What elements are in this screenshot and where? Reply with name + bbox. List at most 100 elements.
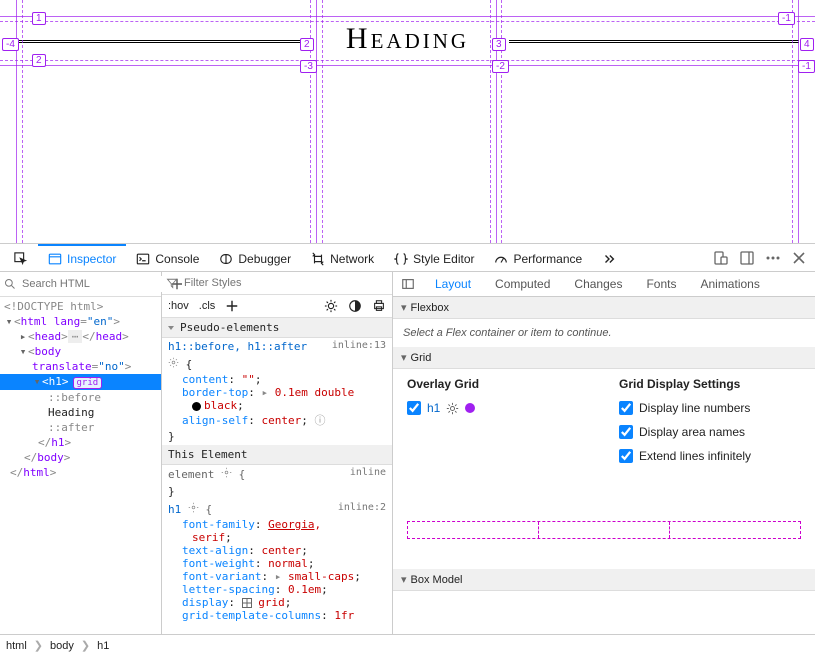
grid-line-number: -2 [492,60,509,73]
grid-line-number: 2 [300,38,314,51]
responsive-mode-button[interactable] [713,250,729,266]
layout-tab-animations[interactable]: Animations [688,272,771,296]
flexbox-accordion[interactable]: ▾Flexbox [393,297,815,319]
cls-toggle[interactable]: .cls [199,300,216,312]
add-rule-button[interactable] [225,299,239,313]
dom-node[interactable]: </body> [0,450,161,465]
info-icon[interactable]: ⓘ [314,414,325,427]
color-swatch[interactable] [192,402,201,411]
gear-icon[interactable] [221,467,232,478]
grid-line [490,0,491,243]
expand-toggle[interactable]: ▾ [4,315,14,328]
overlay-grid-item[interactable]: h1 [427,401,440,415]
dom-node[interactable]: </h1> [0,435,161,450]
css-declaration[interactable]: content: ""; [162,373,392,386]
grid-line-number: -1 [798,60,815,73]
this-element-header[interactable]: This Element [162,445,392,465]
expand-toggle[interactable]: ▾ [18,345,28,358]
layout-panel: Layout Computed Changes Fonts Animations… [393,272,815,634]
dom-pseudo[interactable]: ::after [0,420,161,435]
tab-network[interactable]: Network [301,244,384,272]
dom-node[interactable]: ▾<html lang="en"> [0,314,161,329]
tab-label: Inspector [67,252,116,266]
dom-node[interactable]: <!DOCTYPE html> [0,299,161,314]
tab-inspector[interactable]: Inspector [38,244,126,272]
css-declaration[interactable]: font-weight: normal; [162,557,392,570]
css-selector[interactable]: h1::before, h1::afterinline:13 [162,338,392,355]
css-declaration[interactable]: letter-spacing: 0.1em; [162,583,392,596]
element-picker-button[interactable] [4,244,38,272]
tab-label: Console [155,252,199,266]
box-model-accordion[interactable]: ▾Box Model [393,569,815,591]
css-declaration[interactable]: text-align: center; [162,544,392,557]
dom-node[interactable]: ▸<head>⋯</head> [0,329,161,344]
dom-node[interactable]: </html> [0,465,161,480]
layout-tab-computed[interactable]: Computed [483,272,562,296]
page-viewport: Heading 1 2 2 -3 3 -2 -1 4 -1 -4 [0,0,815,244]
dom-node-selected[interactable]: ▾<h1>grid [0,374,161,390]
search-html-input[interactable] [20,276,166,292]
grid-line-number: 3 [492,38,506,51]
expand-toggle[interactable]: ▸ [18,330,28,343]
breadcrumb-item[interactable]: h1 [97,640,109,652]
display-line-numbers-checkbox[interactable] [619,401,633,415]
dom-text-node[interactable]: Heading [0,405,161,420]
dom-node[interactable]: translate="no"> [0,359,161,374]
tab-console[interactable]: Console [126,244,209,272]
rules-panel: :hov .cls Pseudo-elements h1::before, h1… [162,272,393,634]
css-declaration[interactable]: font-family: Georgia, [162,518,392,531]
css-declaration[interactable]: grid-template-columns: 1fr [162,609,392,622]
grid-accordion[interactable]: ▾Grid [393,347,815,369]
grid-line [310,0,311,243]
css-declaration[interactable]: font-variant: ▸ small-caps; [162,570,392,583]
grid-icon[interactable] [242,598,252,608]
css-declaration[interactable]: align-self: center; ⓘ [162,412,392,428]
dom-tree[interactable]: <!DOCTYPE html> ▾<html lang="en"> ▸<head… [0,297,161,634]
layout-tab-changes[interactable]: Changes [562,272,634,296]
chevron-right-icon: ❯ [34,639,43,652]
print-media-button[interactable] [372,299,386,313]
grid-color-swatch[interactable] [465,403,475,413]
dark-theme-button[interactable] [348,299,362,313]
dock-mode-button[interactable] [739,250,755,266]
grid-outline-preview [407,521,801,539]
layout-tab-fonts[interactable]: Fonts [634,272,688,296]
css-declaration[interactable]: border-top: ▸ 0.1em double [162,386,392,399]
css-selector[interactable]: element {inline [162,465,392,483]
hov-toggle[interactable]: :hov [168,300,189,312]
light-theme-button[interactable] [324,299,338,313]
heading-rule-right [509,40,799,43]
css-declaration[interactable]: serif; [162,531,392,544]
dom-node[interactable]: ▾<body [0,344,161,359]
breadcrumb-item[interactable]: html [6,640,27,652]
gear-icon[interactable] [188,502,199,513]
layout-tab-layout[interactable]: Layout [423,272,483,296]
gear-icon[interactable] [446,402,459,415]
toggle-sidebar-button[interactable] [393,272,423,296]
dom-pseudo[interactable]: ::before [0,390,161,405]
css-declaration[interactable]: display: grid; [162,596,392,609]
gear-icon[interactable] [168,357,179,368]
chevron-right-icon: ❯ [81,639,90,652]
tab-debugger[interactable]: Debugger [209,244,301,272]
tabs-overflow-button[interactable] [592,244,626,272]
filter-styles-input[interactable] [182,275,388,291]
css-declaration[interactable]: black; [162,399,392,412]
breadcrumb-bar: html ❯ body ❯ h1 [0,634,815,656]
css-selector[interactable]: h1 {inline:2 [162,500,392,518]
overlay-h1-checkbox[interactable] [407,401,421,415]
search-icon [4,278,16,290]
breadcrumb-item[interactable]: body [50,640,74,652]
picker-icon [14,252,28,266]
extend-lines-checkbox[interactable] [619,449,633,463]
close-devtools-button[interactable] [791,250,807,266]
heading-rule-left [16,40,306,43]
tab-performance[interactable]: Performance [484,244,592,272]
grid-line [496,0,497,243]
grid-badge[interactable]: grid [73,377,103,389]
more-options-button[interactable] [765,250,781,266]
display-area-names-checkbox[interactable] [619,425,633,439]
pseudo-section-header[interactable]: Pseudo-elements [162,318,392,338]
tab-style-editor[interactable]: Style Editor [384,244,484,272]
expand-toggle[interactable]: ▾ [32,375,42,388]
